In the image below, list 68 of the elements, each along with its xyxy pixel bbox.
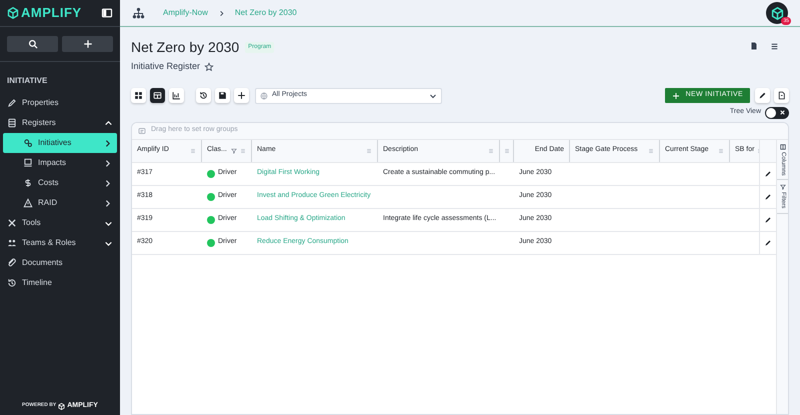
globe-icon xyxy=(260,92,268,100)
table-view-icon xyxy=(153,91,162,100)
sidebar-item[interactable]: Timeline xyxy=(0,273,120,293)
chevron-down-icon xyxy=(429,92,437,100)
page-title: Net Zero by 2030 xyxy=(131,38,240,57)
sidebar-item[interactable]: Teams & Roles xyxy=(0,233,120,253)
section-heading: INITIATIVE xyxy=(6,75,48,87)
chevron-right-icon xyxy=(218,10,225,16)
sidebar-item[interactable]: Tools xyxy=(0,213,120,233)
item-icon xyxy=(23,138,33,148)
sidebar-item[interactable]: Registers xyxy=(0,113,120,133)
history-button[interactable] xyxy=(196,88,211,103)
tiles-view-icon xyxy=(134,91,143,100)
logo-icon xyxy=(58,402,66,410)
item-icon xyxy=(23,198,33,208)
plus-icon xyxy=(672,92,680,100)
row-group-icon xyxy=(138,126,146,134)
edit-icon[interactable] xyxy=(764,192,772,200)
sidebar-subitem[interactable]: RAID xyxy=(3,193,117,213)
item-icon xyxy=(7,278,17,288)
sidebar-item[interactable]: Properties xyxy=(0,93,120,113)
hierarchy-icon[interactable] xyxy=(132,6,145,20)
filter-icon xyxy=(780,184,786,190)
item-icon xyxy=(7,238,17,248)
sidebar-subitem[interactable]: Costs xyxy=(3,173,117,193)
chart-view-button[interactable] xyxy=(169,88,184,103)
export-button[interactable] xyxy=(774,88,789,103)
item-icon xyxy=(7,98,17,108)
sidebar-item[interactable]: Documents xyxy=(0,253,120,273)
add-icon xyxy=(237,91,246,100)
logo: AMPLIFY xyxy=(21,4,82,22)
menu-icon[interactable] xyxy=(770,42,779,51)
close-icon xyxy=(779,109,786,116)
sidebar-subitem[interactable]: Initiatives xyxy=(3,133,117,153)
chevron-right-icon xyxy=(103,198,112,208)
chart-view-icon xyxy=(172,91,181,100)
star-icon[interactable] xyxy=(204,62,214,72)
history-icon xyxy=(199,91,208,100)
edit-icon[interactable] xyxy=(764,238,772,246)
item-icon xyxy=(7,118,17,128)
item-icon xyxy=(23,178,33,188)
plus-icon xyxy=(82,39,92,49)
tree-view-toggle[interactable] xyxy=(765,106,789,118)
cube-icon xyxy=(770,6,784,20)
document-icon[interactable] xyxy=(750,42,758,50)
logo-icon xyxy=(7,7,19,19)
sidebar-toggle-icon[interactable] xyxy=(101,7,113,19)
chevron-right-icon xyxy=(103,138,112,148)
table-view-button[interactable] xyxy=(150,88,165,103)
search-button[interactable] xyxy=(7,36,58,52)
page-subtitle: Initiative Register xyxy=(131,60,200,73)
save-icon xyxy=(218,91,227,100)
edit-icon[interactable] xyxy=(764,170,772,178)
edit-icon xyxy=(758,91,767,100)
edit-button[interactable] xyxy=(755,88,770,103)
item-icon xyxy=(23,158,33,168)
save-button[interactable] xyxy=(215,88,230,103)
item-icon xyxy=(7,218,17,228)
chevron-right-icon xyxy=(103,158,112,168)
sidebar-subitem[interactable]: Impacts xyxy=(3,153,117,173)
edit-icon[interactable] xyxy=(764,216,772,224)
item-icon xyxy=(7,258,17,268)
columns-icon xyxy=(780,144,786,150)
tiles-view-button[interactable] xyxy=(131,88,146,103)
add-button[interactable] xyxy=(234,88,249,103)
search-icon xyxy=(28,39,38,49)
export-icon xyxy=(777,91,786,100)
chevron-right-icon xyxy=(103,178,112,188)
